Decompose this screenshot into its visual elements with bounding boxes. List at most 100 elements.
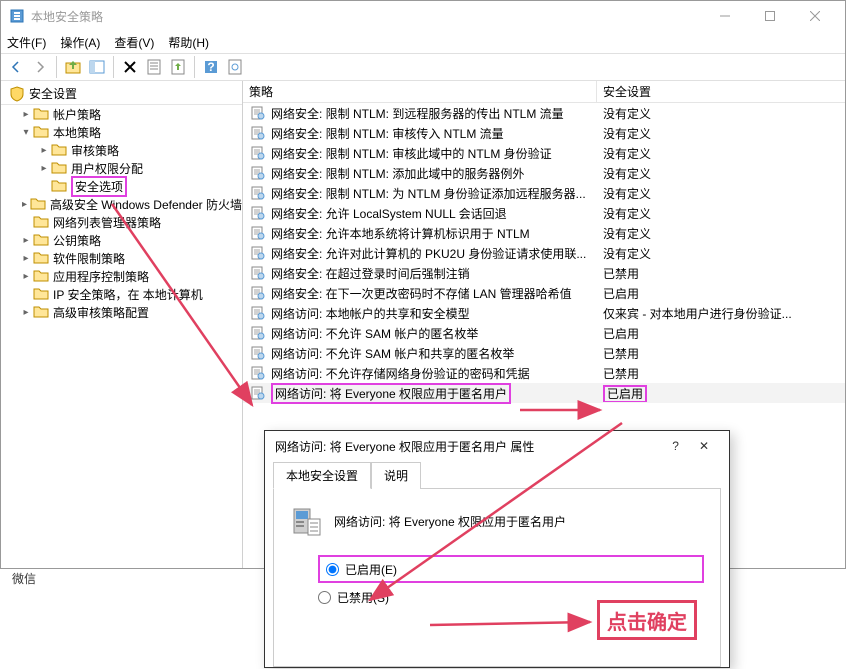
folder-icon: [33, 268, 49, 284]
twisty-icon[interactable]: ▸: [19, 199, 30, 210]
policy-name: 网络安全: 限制 NTLM: 添加此域中的服务器例外: [271, 165, 524, 182]
twisty-icon[interactable]: ▸: [19, 307, 33, 318]
dialog-help-button[interactable]: ?: [672, 439, 679, 453]
tree-item-label: 软件限制策略: [53, 250, 125, 267]
tree-pane[interactable]: 安全设置 ▸ 帐户策略▾本地策略 ▸ 审核策略▸用户权限分配安全选项▸高级安全 Win…: [1, 81, 243, 568]
export-button[interactable]: [167, 56, 189, 78]
list-row[interactable]: 网络安全: 限制 NTLM: 到远程服务器的传出 NTLM 流量没有定义: [243, 103, 845, 123]
list-row[interactable]: [243, 403, 845, 423]
toolbar: ?: [1, 53, 845, 81]
twisty-icon[interactable]: ▸: [37, 145, 51, 156]
list-row[interactable]: 网络访问: 不允许 SAM 帐户的匿名枚举已启用: [243, 323, 845, 343]
folder-icon: [30, 196, 46, 212]
policy-icon: [251, 266, 265, 280]
twisty-icon[interactable]: ▸: [19, 253, 33, 264]
help-button[interactable]: ?: [200, 56, 222, 78]
titlebar: 本地安全策略: [1, 1, 845, 31]
list-row[interactable]: 网络安全: 限制 NTLM: 审核传入 NTLM 流量没有定义: [243, 123, 845, 143]
list-row[interactable]: 网络访问: 不允许 SAM 帐户和共享的匿名枚举已禁用: [243, 343, 845, 363]
app-icon: [9, 8, 25, 24]
policy-value: 已禁用: [603, 267, 639, 281]
policy-value: 已启用: [603, 327, 639, 341]
radio-enabled-input[interactable]: [326, 563, 339, 576]
folder-icon: [33, 304, 49, 320]
tree-item-label: 帐户策略: [53, 106, 101, 123]
twisty-icon[interactable]: ▸: [19, 109, 33, 120]
list-header-value[interactable]: 安全设置: [597, 81, 845, 102]
radio-disabled-input[interactable]: [318, 591, 331, 604]
tree-item[interactable]: ▸用户权限分配: [1, 159, 242, 177]
tree-item-label: 审核策略: [71, 142, 119, 159]
policy-name: 网络安全: 在下一次更改密码时不存储 LAN 管理器哈希值: [271, 285, 572, 302]
tree-item[interactable]: ▸应用程序控制策略: [1, 267, 242, 285]
tree-item[interactable]: ▸ 公钥策略: [1, 231, 242, 249]
menubar: 文件(F) 操作(A) 查看(V) 帮助(H): [1, 31, 845, 53]
list-row[interactable]: 网络访问: 将 Everyone 权限应用于匿名用户已启用: [243, 383, 845, 403]
policy-icon: [251, 246, 265, 260]
list-row[interactable]: 网络访问: 不允许存储网络身份验证的密码和凭据已禁用: [243, 363, 845, 383]
back-button[interactable]: [5, 56, 27, 78]
menu-file[interactable]: 文件(F): [7, 34, 46, 51]
policy-name: 网络安全: 允许对此计算机的 PKU2U 身份验证请求使用联...: [271, 245, 586, 262]
tree-item[interactable]: ▸ 审核策略: [1, 141, 242, 159]
shield-icon: [9, 86, 25, 102]
tab-explain[interactable]: 说明: [371, 462, 421, 489]
folder-icon: [51, 142, 67, 158]
menu-view[interactable]: 查看(V): [114, 34, 154, 51]
list-row[interactable]: 网络安全: 允许对此计算机的 PKU2U 身份验证请求使用联... 没有定义: [243, 243, 845, 263]
tree-item[interactable]: ▾本地策略: [1, 123, 242, 141]
svg-text:?: ?: [207, 60, 214, 74]
tree-item[interactable]: ▸高级安全 Windows Defender 防火墙: [1, 195, 242, 213]
list-row[interactable]: 网络安全: 限制 NTLM: 添加此域中的服务器例外 没有定义: [243, 163, 845, 183]
policy-icon: [251, 226, 265, 240]
properties-button[interactable]: [143, 56, 165, 78]
menu-action[interactable]: 操作(A): [60, 34, 100, 51]
dialog-close-button[interactable]: ✕: [699, 439, 709, 453]
folder-icon: [33, 286, 49, 302]
tree-item-label: 公钥策略: [53, 232, 101, 249]
list-header-policy[interactable]: 策略: [243, 81, 597, 102]
twisty-icon[interactable]: ▸: [37, 163, 51, 174]
twisty-icon[interactable]: ▸: [19, 235, 33, 246]
tree-item[interactable]: ▸高级审核策略配置: [1, 303, 242, 321]
tree-item[interactable]: IP 安全策略，在 本地计算机: [1, 285, 242, 303]
policy-value: 没有定义: [603, 167, 651, 181]
forward-button[interactable]: [29, 56, 51, 78]
list-row[interactable]: 网络访问: 本地帐户的共享和安全模型仅来宾 - 对本地用户进行身份验证...: [243, 303, 845, 323]
radio-enabled[interactable]: 已启用(E): [318, 555, 704, 583]
maximize-button[interactable]: [747, 1, 792, 31]
up-button[interactable]: [62, 56, 84, 78]
refresh-button[interactable]: [224, 56, 246, 78]
tree-item[interactable]: ▸ 软件限制策略: [1, 249, 242, 267]
tree-item[interactable]: ▸ 帐户策略: [1, 105, 242, 123]
tree-item[interactable]: 安全选项: [1, 177, 242, 195]
list-row[interactable]: 网络安全: 允许 LocalSystem NULL 会话回退没有定义: [243, 203, 845, 223]
twisty-icon[interactable]: ▸: [19, 271, 33, 282]
tree-item[interactable]: 网络列表管理器策略: [1, 213, 242, 231]
delete-button[interactable]: [119, 56, 141, 78]
policy-icon: [251, 286, 265, 300]
list-row[interactable]: 网络安全: 限制 NTLM: 审核此域中的 NTLM 身份验证没有定义: [243, 143, 845, 163]
policy-icon: [251, 106, 265, 120]
list-row[interactable]: 网络安全: 允许本地系统将计算机标识用于 NTLM没有定义: [243, 223, 845, 243]
list-row[interactable]: 网络安全: 在下一次更改密码时不存储 LAN 管理器哈希值已启用: [243, 283, 845, 303]
close-button[interactable]: [792, 1, 837, 31]
show-hide-tree-button[interactable]: [86, 56, 108, 78]
minimize-button[interactable]: [702, 1, 747, 31]
twisty-icon[interactable]: ▾: [19, 127, 33, 138]
policy-value: 已禁用: [603, 347, 639, 361]
list-row[interactable]: 网络安全: 在超过登录时间后强制注销已禁用: [243, 263, 845, 283]
tab-local-security[interactable]: 本地安全设置: [273, 462, 371, 489]
list-row[interactable]: 网络安全: 限制 NTLM: 为 NTLM 身份验证添加远程服务器...没有定义: [243, 183, 845, 203]
tree-root[interactable]: 安全设置: [1, 83, 242, 105]
policy-icon: [251, 166, 265, 180]
policy-value: 没有定义: [603, 187, 651, 201]
policy-value: 没有定义: [603, 247, 651, 261]
policy-icon: [251, 146, 265, 160]
policy-name: 网络访问: 将 Everyone 权限应用于匿名用户: [271, 383, 511, 404]
tree-item-label: IP 安全策略，在 本地计算机: [53, 286, 203, 303]
policy-icon: [251, 386, 265, 400]
policy-name: 网络安全: 限制 NTLM: 到远程服务器的传出 NTLM 流量: [271, 105, 564, 122]
taskbar-wechat[interactable]: 微信: [12, 570, 36, 587]
menu-help[interactable]: 帮助(H): [168, 34, 209, 51]
